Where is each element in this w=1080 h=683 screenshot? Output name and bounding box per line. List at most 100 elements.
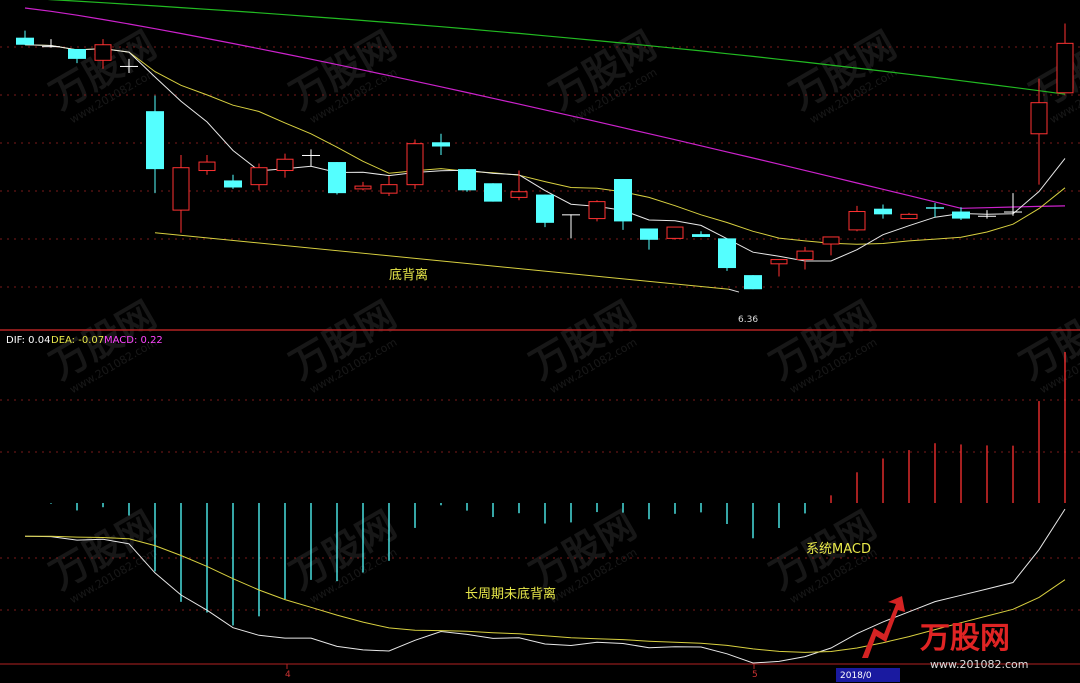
candle — [146, 95, 164, 194]
candle — [796, 246, 814, 270]
candle-body — [42, 46, 60, 48]
candle — [198, 154, 216, 175]
candle-body — [562, 214, 580, 216]
low-price-label: 6.36 — [738, 315, 758, 325]
candle — [1056, 23, 1074, 94]
candle-body — [822, 236, 840, 245]
macd-divergence-label: 长周期未底背离 — [465, 586, 556, 602]
candle — [822, 236, 840, 256]
candle — [302, 149, 320, 167]
candle-body — [978, 215, 996, 217]
candle — [172, 154, 190, 233]
logo-url-text: www.201082.com — [930, 658, 1028, 671]
candle-body — [900, 213, 918, 220]
candle-body — [1030, 102, 1048, 135]
candle-body — [484, 183, 502, 202]
candle-body — [1056, 42, 1074, 94]
candle-body — [458, 169, 476, 191]
candle — [848, 205, 866, 232]
candle-body — [692, 234, 710, 237]
candle-body — [926, 207, 944, 209]
candle — [354, 181, 372, 191]
candle — [328, 162, 346, 195]
candle — [16, 30, 34, 45]
candle-body — [588, 201, 606, 220]
divergence-trendline — [154, 232, 730, 290]
candle-body — [198, 161, 216, 172]
candle-body — [68, 48, 86, 59]
candle-body — [510, 191, 528, 198]
candle — [692, 231, 710, 237]
candle — [250, 163, 268, 191]
candle — [926, 203, 944, 218]
price-panel — [16, 0, 1074, 293]
candle-body — [744, 275, 762, 290]
candle — [536, 194, 554, 228]
watermark-tile: 万股网www.201082.com — [543, 23, 664, 127]
candle — [588, 200, 606, 222]
macd-legend-dif: DIF: 0.04 — [6, 335, 50, 346]
candle — [874, 204, 892, 219]
candle — [380, 176, 398, 196]
candle-body — [1004, 211, 1022, 213]
low-price-pointer — [728, 288, 740, 293]
candle — [718, 238, 736, 271]
candle-body — [302, 154, 320, 156]
watermark-tile: 万股网www.201082.com — [1013, 293, 1080, 397]
watermark-layer: 万股网www.201082.com 万股网www.201082.com 万股网www… — [43, 23, 1080, 607]
candle — [770, 259, 788, 277]
watermark-tile: 万股网www.201082.com — [283, 503, 404, 607]
macd-legend-dea: DEA: -0.07 — [51, 335, 104, 346]
candle — [614, 179, 632, 230]
candle — [952, 207, 970, 220]
watermark-tile: 万股网www.201082.com — [43, 503, 164, 607]
x-tick-label-5: 5 — [752, 670, 758, 680]
macd-legend-macd: MACD: 0.22 — [104, 335, 163, 346]
candle — [42, 39, 60, 48]
watermark-tile: 万股网www.201082.com — [283, 293, 404, 397]
candle — [484, 183, 502, 202]
candle — [1004, 193, 1022, 216]
logo-arrow-icon — [862, 596, 905, 658]
candle-body — [640, 228, 658, 240]
candle-body — [406, 143, 424, 186]
candle-body — [224, 180, 242, 188]
candle-body — [16, 37, 34, 45]
divergence-label: 底背离 — [389, 267, 428, 283]
watermark-tile: 万股网www.201082.com — [523, 293, 644, 397]
date-label: 2018/0 — [840, 671, 872, 681]
system-macd-label: 系统MACD — [806, 542, 871, 557]
candle — [458, 169, 476, 192]
brand-logo: 万股网 www.201082.com — [862, 596, 1028, 671]
candle-body — [536, 194, 554, 223]
watermark-tile: 万股网www.201082.com — [763, 293, 884, 397]
candle-body — [666, 226, 684, 239]
logo-brand-text: 万股网 — [920, 621, 1010, 656]
candle-body — [380, 184, 398, 194]
candle — [276, 153, 294, 178]
candle-body — [328, 162, 346, 194]
candle-body — [432, 142, 450, 147]
candle — [432, 133, 450, 155]
candle-body — [848, 211, 866, 231]
candle-body — [770, 259, 788, 265]
candle-body — [614, 179, 632, 222]
x-tick-label-4: 4 — [285, 670, 291, 680]
candle-body — [172, 167, 190, 211]
candle-body — [952, 211, 970, 219]
candle — [666, 226, 684, 240]
candle — [224, 174, 242, 189]
stock-chart: 万股网www.201082.com 万股网www.201082.com 万股网www… — [0, 0, 1080, 682]
candle-body — [250, 167, 268, 186]
candle — [562, 214, 580, 239]
candle — [406, 139, 424, 189]
candle-body — [94, 44, 112, 61]
candle — [900, 212, 918, 220]
candle-body — [146, 111, 164, 170]
macd-panel — [24, 352, 1066, 664]
candle-body — [874, 208, 892, 215]
candle-body — [276, 158, 294, 172]
candle-body — [796, 250, 814, 261]
candle — [640, 228, 658, 250]
watermark-tile: 万股网www.201082.com — [783, 23, 904, 127]
